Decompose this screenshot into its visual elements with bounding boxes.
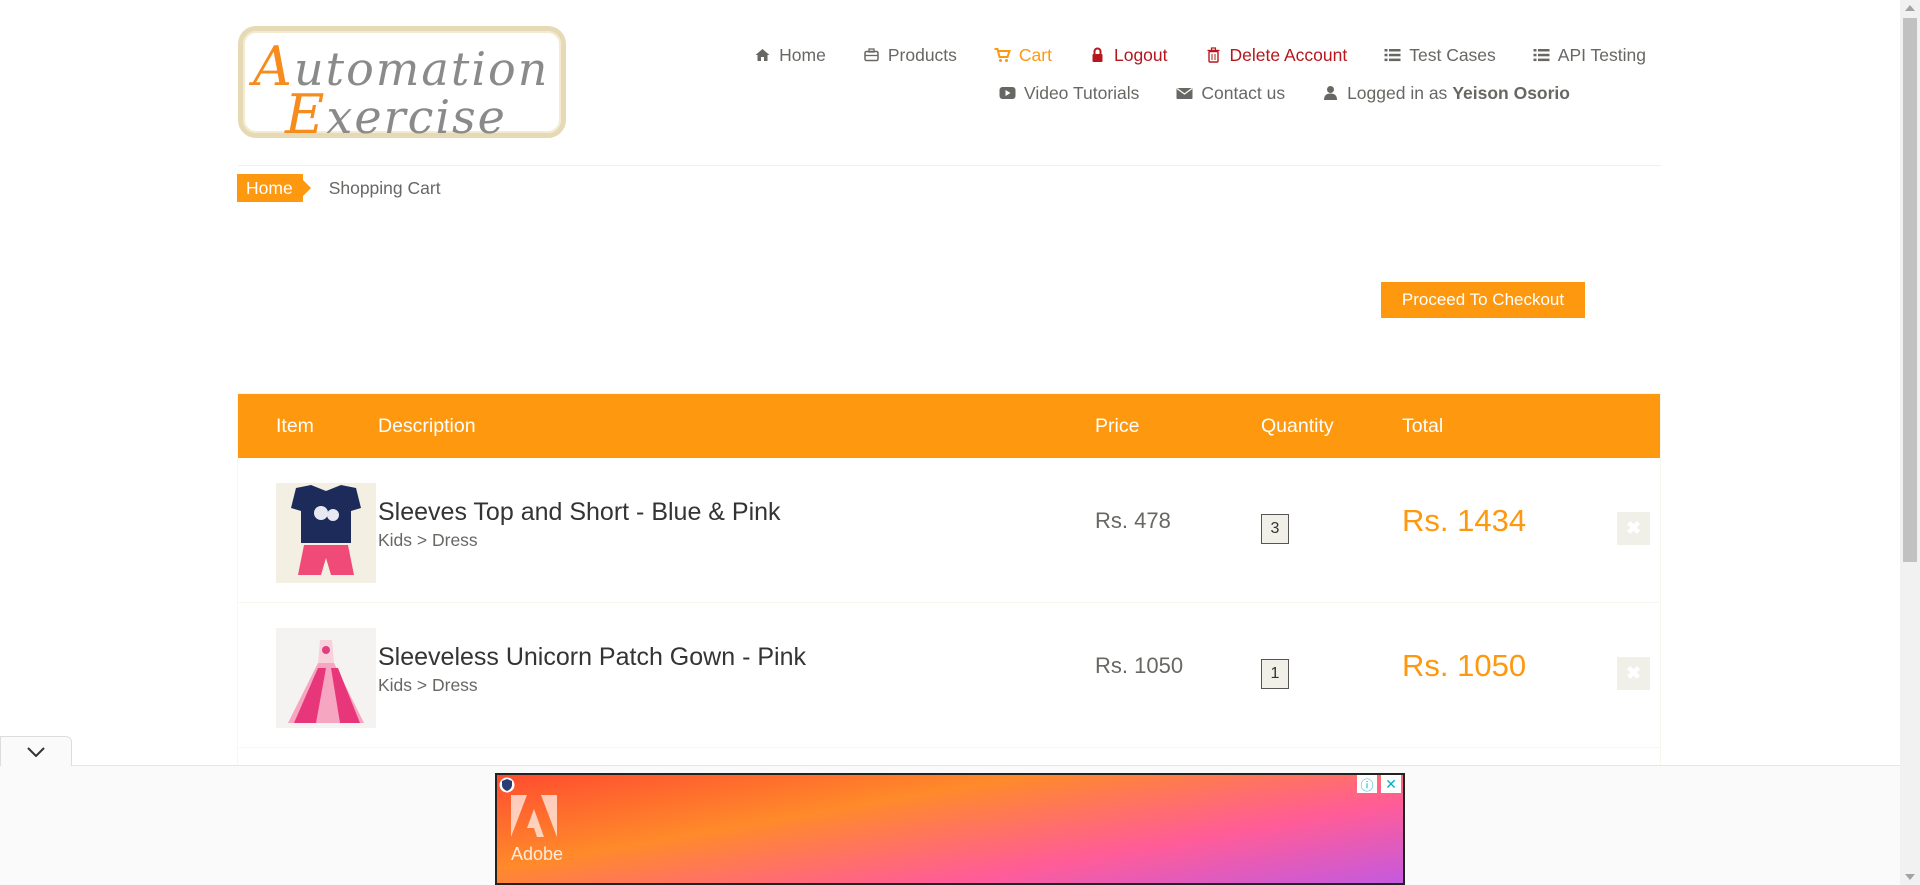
user-icon [1324, 86, 1338, 100]
nav-row-1: Home Products Cart Logout Delete Account… [717, 36, 1646, 74]
ad-info-icon[interactable]: ⓘ [1357, 775, 1377, 793]
nav-video-tutorials-label: Video Tutorials [1023, 82, 1140, 103]
nav-home-label: Home [779, 44, 826, 65]
home-icon [755, 49, 770, 61]
nav-contact-us[interactable]: Contact us [1176, 83, 1285, 104]
product-name[interactable]: Sleeveless Unicorn Patch Gown - Pink [378, 643, 806, 672]
nav-logout-label: Logout [1113, 44, 1168, 65]
lock-icon [1092, 47, 1103, 62]
product-category: Kids > Dress [378, 675, 478, 695]
nav-products-label: Products [887, 44, 957, 65]
page-scrollbar[interactable] [1900, 0, 1920, 885]
ad-brand: Adobe [511, 795, 563, 865]
cart-icon [994, 48, 1011, 62]
nav-delete-account-label: Delete Account [1229, 44, 1348, 65]
youtube-play-icon [999, 87, 1016, 99]
breadcrumb-current: Shopping Cart [328, 177, 441, 198]
header-description: Description [378, 415, 476, 437]
cart-row: Sleeveless Unicorn Patch Gown - Pink Kid… [238, 603, 1660, 748]
header-quantity: Quantity [1261, 415, 1334, 437]
advertisement-banner[interactable]: Adobe ⓘ ✕ [495, 773, 1405, 885]
chevron-down-icon [27, 746, 45, 757]
header-item: Item [276, 415, 314, 437]
scroll-up-icon[interactable] [1905, 5, 1915, 11]
proceed-to-checkout-button[interactable]: Proceed To Checkout [1381, 282, 1585, 318]
product-total: Rs. 1434 [1402, 503, 1527, 538]
nav-delete-account[interactable]: Delete Account [1205, 44, 1348, 66]
main-nav: Home Products Cart Logout Delete Account… [717, 36, 1646, 112]
product-category: Kids > Dress [378, 530, 478, 550]
product-total: Rs. 1050 [1402, 648, 1527, 683]
product-price: Rs. 1050 [1095, 653, 1184, 678]
product-quantity: 3 [1261, 514, 1289, 544]
ad-collapse-toggle[interactable] [0, 736, 72, 766]
ad-close-icon[interactable]: ✕ [1381, 775, 1401, 793]
nav-products[interactable]: Products [863, 45, 957, 66]
nav-logout[interactable]: Logout [1089, 45, 1168, 66]
nav-logged-in-as[interactable]: Logged in as Yeison Osorio [1322, 83, 1570, 104]
nav-video-tutorials[interactable]: Video Tutorials [999, 83, 1139, 104]
logo-line-2: Exercise [285, 83, 507, 146]
nav-api-testing[interactable]: API Testing [1533, 45, 1646, 66]
adchoices-shield-icon [499, 777, 515, 793]
cart-table: Item Description Price Quantity Total Sl… [237, 393, 1661, 773]
nav-home[interactable]: Home [754, 45, 826, 66]
header-divider [238, 165, 1661, 166]
nav-cart[interactable]: Cart [994, 45, 1052, 66]
site-logo[interactable]: Automation Exercise [238, 26, 566, 146]
product-quantity: 1 [1261, 659, 1289, 689]
ad-brand-label: Adobe [511, 844, 564, 864]
product-image[interactable] [276, 483, 376, 583]
product-image[interactable] [276, 628, 376, 728]
product-name[interactable]: Sleeves Top and Short - Blue & Pink [378, 498, 781, 527]
list-icon [1533, 49, 1550, 62]
header-price: Price [1095, 415, 1140, 437]
adobe-logo-icon [511, 795, 557, 837]
trash-icon [1207, 47, 1220, 63]
breadcrumb: Home Shopping Cart [237, 174, 441, 202]
nav-api-testing-label: API Testing [1557, 44, 1646, 65]
header-total: Total [1402, 415, 1444, 437]
nav-contact-us-label: Contact us [1201, 82, 1286, 103]
delete-item-button[interactable]: ✖ [1617, 512, 1650, 545]
breadcrumb-home[interactable]: Home [237, 174, 311, 202]
cart-row: Sleeves Top and Short - Blue & Pink Kids… [238, 458, 1660, 603]
delete-item-button[interactable]: ✖ [1617, 657, 1650, 690]
cart-table-header: Item Description Price Quantity Total [238, 394, 1660, 458]
close-icon: ✖ [1625, 518, 1642, 538]
logged-in-username: Yeison Osorio [1452, 82, 1570, 103]
envelope-icon [1176, 88, 1193, 99]
scrollbar-thumb[interactable] [1903, 18, 1917, 562]
nav-test-cases-label: Test Cases [1409, 44, 1496, 65]
close-icon: ✖ [1625, 663, 1642, 683]
nav-row-2: Video Tutorials Contact us Logged in as … [717, 74, 1646, 112]
nav-cart-label: Cart [1018, 44, 1052, 65]
list-icon [1384, 49, 1401, 62]
product-price: Rs. 478 [1095, 508, 1171, 533]
scroll-down-icon[interactable] [1905, 874, 1915, 880]
logged-in-label: Logged in as [1347, 82, 1448, 103]
nav-test-cases[interactable]: Test Cases [1384, 45, 1496, 66]
briefcase-icon [864, 48, 879, 62]
